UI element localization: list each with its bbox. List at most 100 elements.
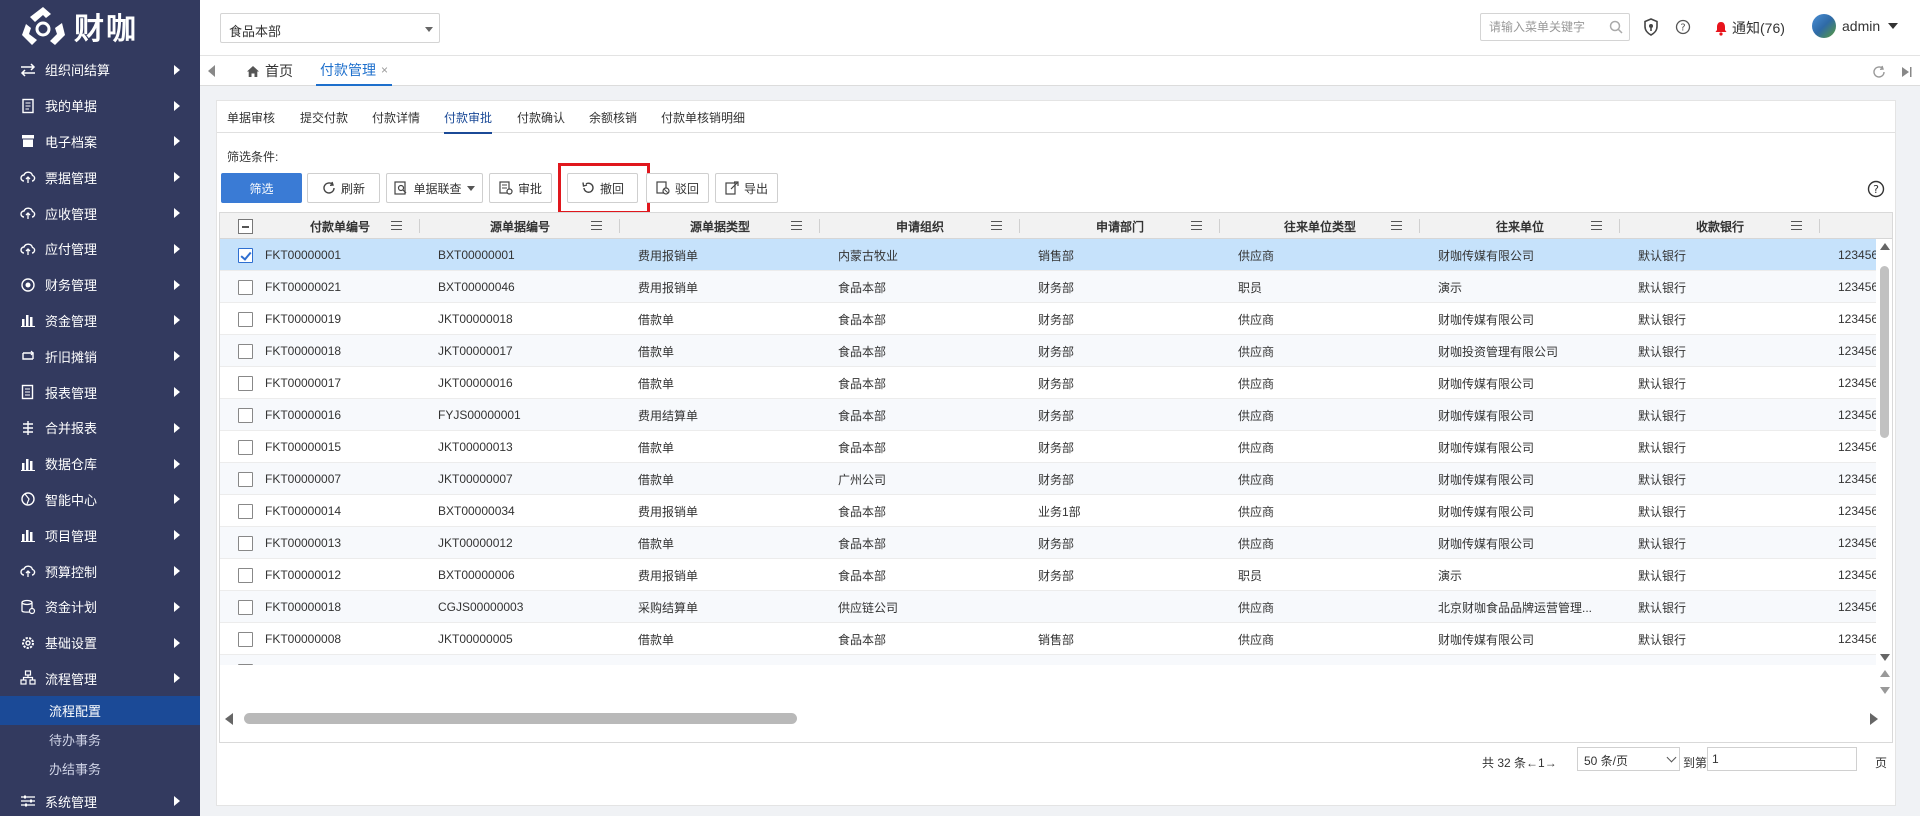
row-checkbox[interactable] [238, 408, 253, 423]
column-header-1[interactable]: 源单据编号 [420, 213, 620, 239]
sidebar-item-17[interactable]: 流程管理 [0, 661, 200, 697]
sidebar-item-12[interactable]: 智能中心 [0, 482, 200, 518]
column-header-4[interactable]: 申请部门 [1020, 213, 1220, 239]
row-checkbox[interactable] [238, 600, 253, 615]
table-row[interactable]: FKT00000008 JKT00000005 借款单 食品本部 销售部 供应商 财咖传媒有… [220, 623, 1876, 655]
sidebar-subitem-0[interactable]: 流程配置 [0, 696, 200, 726]
sidebar-item-0[interactable]: 组织间结算 [0, 52, 200, 88]
row-checkbox[interactable] [238, 344, 253, 359]
menu-search-input[interactable] [1489, 20, 1599, 34]
scroll-up-icon[interactable] [1880, 243, 1890, 250]
sidebar-item-4[interactable]: 应收管理 [0, 195, 200, 231]
scroll-right-icon[interactable] [1870, 713, 1878, 725]
vertical-scrollbar[interactable] [1876, 239, 1892, 665]
goto-page-input[interactable] [1707, 747, 1857, 771]
tab-home[interactable]: 首页 [242, 56, 297, 86]
sidebar-subitem-1[interactable]: 待办事务 [0, 725, 200, 754]
sidebar-item-14[interactable]: 预算控制 [0, 553, 200, 589]
scroll-left-icon[interactable] [225, 713, 233, 725]
filter-button[interactable]: 筛选 [221, 173, 302, 203]
row-checkbox[interactable] [238, 568, 253, 583]
sidebar-item-16[interactable]: 基础设置 [0, 625, 200, 661]
column-menu-icon[interactable] [1191, 221, 1202, 230]
row-checkbox[interactable] [238, 280, 253, 295]
scroll-down-icon[interactable] [1880, 687, 1890, 694]
refresh-button[interactable]: 刷新 [307, 173, 380, 203]
sidebar-item-6[interactable]: 财务管理 [0, 267, 200, 303]
sidebar-item-15[interactable]: 资金计划 [0, 589, 200, 625]
column-menu-icon[interactable] [391, 221, 402, 230]
table-row[interactable]: FKT00000007 JKT00000007 借款单 广州公司 财务部 供应商 财咖传媒有… [220, 463, 1876, 495]
tab-payment-management[interactable]: 付款管理 × [316, 56, 393, 86]
row-checkbox[interactable] [238, 440, 253, 455]
page-size-select[interactable]: 50 条/页 [1577, 747, 1680, 771]
table-row[interactable]: FKT00000012 BXT00000006 费用报销单 食品本部 财务部 职员 演示 默认… [220, 559, 1876, 591]
scroll-thumb[interactable] [1880, 266, 1889, 438]
sidebar-item-3[interactable]: 票据管理 [0, 159, 200, 195]
row-checkbox[interactable] [238, 312, 253, 327]
tab-scroll-left-icon[interactable] [208, 65, 215, 77]
subtab-6[interactable]: 付款单核销明细 [661, 109, 745, 132]
row-checkbox[interactable] [238, 664, 253, 665]
sidebar-item-system[interactable]: 系统管理 [0, 783, 200, 816]
sidebar-item-13[interactable]: 项目管理 [0, 517, 200, 553]
export-button[interactable]: 导出 [715, 173, 778, 203]
column-header-8[interactable]: 收 [1820, 213, 1892, 239]
notification-button[interactable]: 通知(76) [1714, 18, 1785, 38]
scroll-thumb[interactable] [244, 713, 797, 724]
sidebar-item-8[interactable]: 折旧摊销 [0, 338, 200, 374]
help-circle-icon[interactable]: ? [1674, 18, 1692, 36]
subtab-2[interactable]: 付款详情 [372, 109, 420, 132]
table-row[interactable]: FKT00000019 JKT00000018 借款单 食品本部 财务部 供应商 财咖传媒有… [220, 303, 1876, 335]
row-checkbox[interactable] [238, 472, 253, 487]
table-row[interactable]: FKT00000013 JKT00000012 借款单 食品本部 财务部 供应商 财咖传媒有… [220, 527, 1876, 559]
horizontal-scrollbar[interactable] [220, 709, 1892, 727]
column-menu-icon[interactable] [1791, 221, 1802, 230]
column-menu-icon[interactable] [991, 221, 1002, 230]
table-row[interactable]: FKT00000017 JKT00000016 借款单 食品本部 财务部 供应商 财咖传媒有… [220, 367, 1876, 399]
search-icon[interactable] [1609, 20, 1623, 34]
sidebar-subitem-2[interactable]: 办结事务 [0, 754, 200, 783]
column-header-6[interactable]: 往来单位 [1420, 213, 1620, 239]
tab-scroll-right-icon[interactable] [1900, 66, 1912, 78]
row-checkbox[interactable] [238, 504, 253, 519]
table-row[interactable]: FKT00000018 JKT00000017 借款单 食品本部 财务部 供应商 财咖投资管… [220, 335, 1876, 367]
column-menu-icon[interactable] [791, 221, 802, 230]
sidebar-item-9[interactable]: 报表管理 [0, 374, 200, 410]
subtab-4[interactable]: 付款确认 [517, 109, 565, 132]
column-menu-icon[interactable] [1591, 221, 1602, 230]
approve-button[interactable]: 审批 [489, 173, 552, 203]
subtab-5[interactable]: 余额核销 [589, 109, 637, 132]
table-row[interactable]: FKT00000005JKT00000003 借款单食品本部财务部职员演示默认银行… [220, 655, 1876, 665]
table-row[interactable]: FKT00000015 JKT00000013 借款单 食品本部 财务部 供应商 财咖传媒有… [220, 431, 1876, 463]
reject-button[interactable]: 驳回 [646, 173, 709, 203]
sidebar-item-2[interactable]: 电子档案 [0, 124, 200, 160]
shield-icon[interactable] [1642, 18, 1660, 36]
row-checkbox[interactable] [238, 536, 253, 551]
column-header-7[interactable]: 收款银行 [1620, 213, 1820, 239]
column-header-0[interactable]: 付款单编号 [260, 213, 420, 239]
column-menu-icon[interactable] [591, 221, 602, 230]
column-header-5[interactable]: 往来单位类型 [1220, 213, 1420, 239]
column-header-3[interactable]: 申请组织 [820, 213, 1020, 239]
table-row[interactable]: FKT00000014 BXT00000034 费用报销单 食品本部 业务1部 供应商 财咖… [220, 495, 1876, 527]
sidebar-item-10[interactable]: 合并报表 [0, 410, 200, 446]
subtab-3[interactable]: 付款审批 [444, 109, 493, 134]
subtab-1[interactable]: 提交付款 [300, 109, 348, 132]
table-row[interactable]: FKT00000001 BXT00000001 费用报销单 内蒙古牧业 销售部 供应商 财咖… [220, 239, 1876, 271]
row-checkbox[interactable] [238, 248, 253, 263]
sidebar-item-11[interactable]: 数据仓库 [0, 446, 200, 482]
table-row[interactable]: FKT00000021 BXT00000046 费用报销单 食品本部 财务部 职员 演示 默认… [220, 271, 1876, 303]
user-menu[interactable]: admin [1812, 14, 1899, 38]
row-checkbox[interactable] [238, 376, 253, 391]
sidebar-item-1[interactable]: 我的单据 [0, 88, 200, 124]
table-row[interactable]: FKT00000018 CGJS00000003 采购结算单 供应链公司 供应商 北京财咖… [220, 591, 1876, 623]
org-select[interactable]: 食品本部 [220, 13, 440, 43]
close-icon[interactable]: × [381, 63, 388, 77]
select-all-checkbox[interactable] [238, 219, 253, 234]
scroll-up-icon[interactable] [1880, 670, 1890, 677]
scroll-down-icon[interactable] [1880, 654, 1890, 661]
pager-total[interactable]: 共 32 条←1→ [1482, 754, 1557, 771]
sidebar-item-5[interactable]: 应付管理 [0, 231, 200, 267]
sidebar-item-7[interactable]: 资金管理 [0, 303, 200, 339]
